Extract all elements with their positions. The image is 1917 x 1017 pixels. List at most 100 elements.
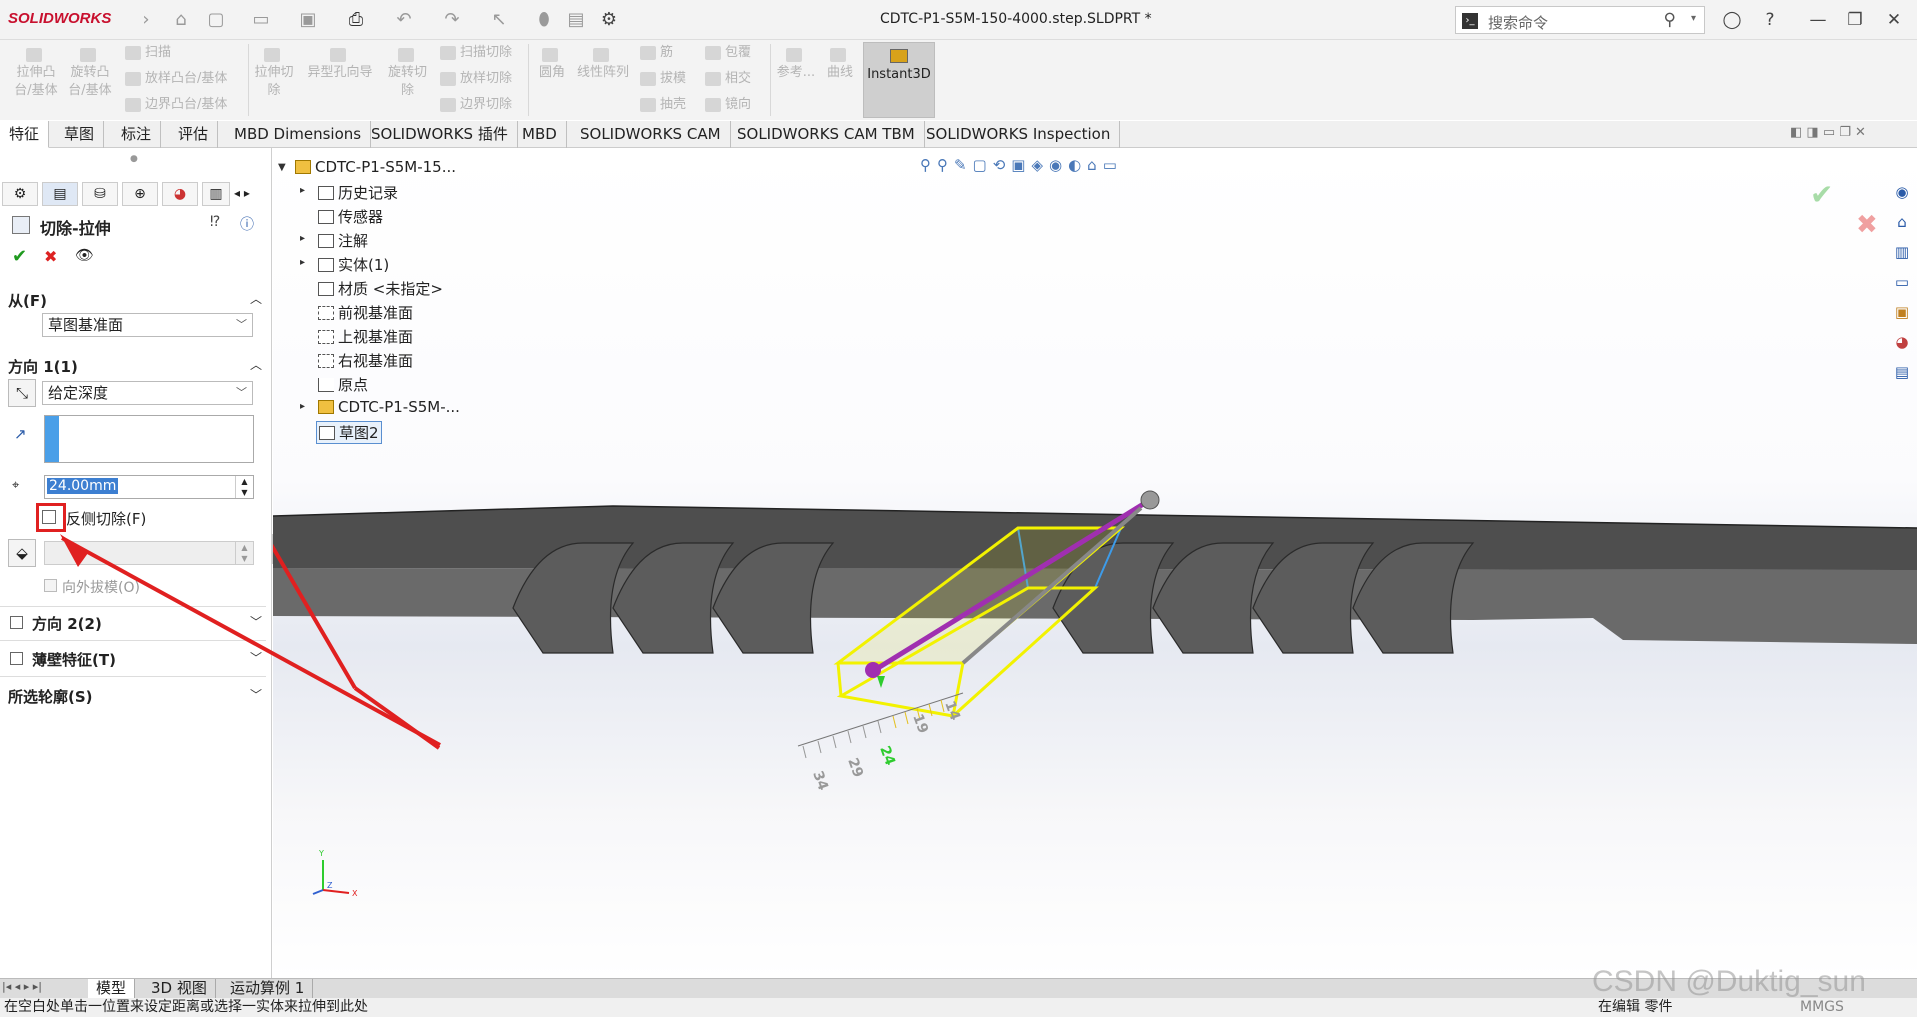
select-icon[interactable]: ↖ [488,9,510,31]
custom-properties-icon[interactable]: ▤ [1890,360,1914,384]
tree-root-label: CDTC-P1-S5M-15... [315,158,457,176]
status-units[interactable]: MMGS [1800,998,1844,1017]
linear-pattern-label: 线性阵列 [576,65,629,80]
fillet-button[interactable]: 圆角 [532,46,572,82]
swept-cut-label: 扫描切除 [460,45,513,60]
tree-item-origin[interactable]: 原点 [318,374,368,395]
minimize-button[interactable]: — [1806,8,1830,32]
rib-label: 筋 [660,45,674,60]
tree-expand-icon[interactable]: ▸ [300,233,305,244]
wrap-button[interactable]: 包覆 [705,44,751,62]
tree-item-label: 右视基准面 [338,352,414,370]
tree-item-solid-bodies[interactable]: 实体(1) [318,254,389,275]
sensor-icon [318,210,334,224]
options-gear-icon[interactable]: ⚙ [598,9,620,31]
tab-mbd[interactable]: MBD [513,121,567,148]
home-icon[interactable]: ⌂ [1890,210,1914,234]
rib-icon [640,45,656,60]
plane-icon [318,306,334,320]
plane-icon [318,330,334,344]
tree-item-top-plane[interactable]: 上视基准面 [318,326,413,347]
rib-button[interactable]: 筋 [640,44,673,62]
tree-expand-icon[interactable]: ▸ [300,257,305,268]
part-icon [295,160,311,174]
shell-button[interactable]: 抽壳 [640,96,686,114]
history-icon [318,186,334,200]
status-message: 在空白处单击一位置来设定距离或选择一实体来拉伸到此处 [4,999,368,1015]
instant3d-button[interactable]: Instant3D [863,42,935,118]
solidworks-resources-icon[interactable]: ◉ [1890,180,1914,204]
tab-motion-study[interactable]: 运动算例 1 [222,979,314,999]
task-pane-bar: ◉ ⌂ ▥ ▭ ▣ ◕ ▤ [1890,180,1917,390]
tree-item-label: 原点 [338,376,369,394]
search-icon[interactable]: ⚲ [1664,10,1676,30]
svg-text:X: X [352,889,358,898]
ribbon-divider [528,44,529,116]
svg-text:Y: Y [318,849,324,858]
intersect-button[interactable]: 相交 [705,70,751,88]
cut-preview-edge [836,662,843,697]
file-properties-icon[interactable]: ▤ [565,9,587,31]
view-palette-icon[interactable]: ▣ [1890,300,1914,324]
ruler-label: 29 [844,756,866,780]
tree-expand-icon[interactable]: ▼ [278,162,286,173]
boundary-cut-label: 边界切除 [460,97,513,112]
file-explorer-icon[interactable]: ▭ [1890,270,1914,294]
confirm-cancel-icon[interactable]: ✖ [1856,210,1878,240]
drag-handle-ball [1140,490,1160,510]
rebuild-icon[interactable]: ⬮ [533,9,555,31]
intersect-label: 相交 [725,71,752,86]
tree-item-label: 历史记录 [338,184,399,202]
curves-button[interactable]: 曲线 [822,46,858,82]
tab-3d-view[interactable]: 3D 视图 [143,979,216,999]
tab-model[interactable]: 模型 [88,979,136,999]
mirror-button[interactable]: 镜向 [705,96,751,114]
chevron-down-icon[interactable]: ▾ [1691,13,1696,24]
tree-item-history[interactable]: 历史记录 [318,182,398,203]
reference-geometry-button[interactable]: 参考... [775,46,817,82]
tree-item-sensors[interactable]: 传感器 [318,206,383,227]
linear-pattern-button[interactable]: 线性阵列 [573,46,633,82]
origin-icon [318,378,334,392]
tab-solidworks-cam-tbm[interactable]: SOLIDWORKS CAM TBM [728,121,925,148]
tree-item-front-plane[interactable]: 前视基准面 [318,302,413,323]
mirror-icon [705,97,721,112]
tree-root[interactable]: CDTC-P1-S5M-15... [295,158,456,176]
help-icon[interactable]: ? [1758,8,1782,32]
tree-expand-icon[interactable]: ▸ [300,401,305,412]
ribbon-divider [770,44,771,116]
intersect-icon [705,71,721,86]
tree-item-material[interactable]: 材质 <未指定> [318,278,443,299]
ruler-label: 14 [941,699,963,723]
tree-item-annotations[interactable]: 注解 [318,230,368,251]
imported-feature-icon [318,400,334,414]
tab-solidworks-inspection[interactable]: SOLIDWORKS Inspection [917,121,1121,148]
fillet-icon [542,47,558,62]
fillet-label: 圆角 [538,65,565,80]
confirm-ok-icon[interactable]: ✔ [1810,178,1833,211]
document-title: CDTC-P1-S5M-150-4000.step.SLDPRT * [880,11,1152,27]
ruler-marker-icon [877,676,885,688]
design-library-icon[interactable]: ▥ [1890,240,1914,264]
search-input[interactable]: ›_ 搜索命令 ⚲ ▾ [1455,6,1705,34]
close-button[interactable]: ✕ [1882,8,1906,32]
depth-handle-grip [865,662,881,678]
draft-button[interactable]: 拔模 [640,70,686,88]
user-icon[interactable]: ◯ [1720,8,1744,32]
tab-scroll-arrows[interactable]: |◂ ◂ ▸ ▸| [2,980,42,993]
material-icon [318,282,334,296]
heads-up-view-toolbar[interactable]: ⚲⚲✎▢⟲▣◈◉◐⌂▭ [920,156,1123,174]
tree-expand-icon[interactable]: ▸ [300,185,305,196]
tree-item-imported-feature[interactable]: CDTC-P1-S5M-... [318,398,460,416]
tab-window-controls[interactable]: ◧ ◨ ▭ ❐ ✕ [1790,125,1866,140]
restore-button[interactable]: ❐ [1843,8,1867,32]
shell-label: 抽壳 [660,97,687,112]
tree-item-label: 实体(1) [338,256,390,274]
tree-item-label: 注解 [338,232,369,250]
tab-solidworks-cam[interactable]: SOLIDWORKS CAM [571,121,731,148]
appearances-icon[interactable]: ◕ [1890,330,1914,354]
tree-item-right-plane[interactable]: 右视基准面 [318,350,413,371]
axis-triad: Y X Z [312,849,358,898]
tree-item-sketch2[interactable]: 草图2 [316,421,382,444]
wrap-label: 包覆 [725,45,752,60]
